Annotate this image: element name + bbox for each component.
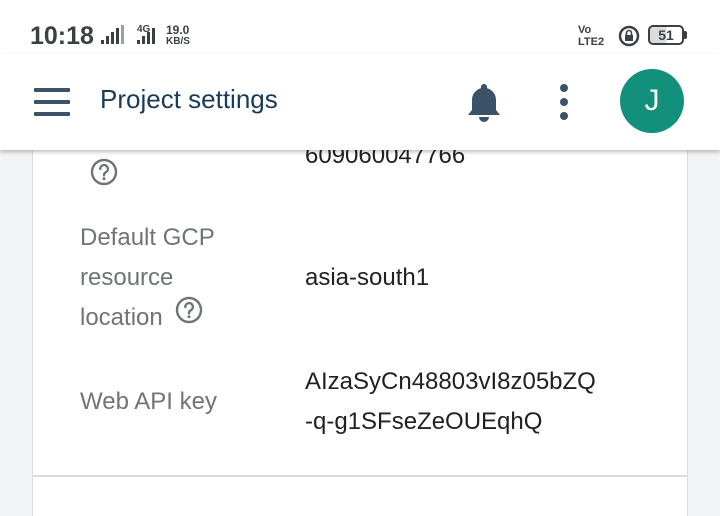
web-api-key-value-line1[interactable]: AIzaSyCn48803vI8z05bZQ: [305, 362, 596, 402]
avatar[interactable]: J: [620, 69, 684, 133]
page-title: Project settings: [100, 84, 278, 114]
status-time: 10:18: [30, 22, 94, 50]
next-settings-card: [32, 476, 688, 516]
network-type: 4G: [137, 24, 151, 35]
volte-top: Vo: [578, 24, 592, 36]
help-circle-icon[interactable]: [90, 158, 118, 191]
app-bar: Project settings J: [0, 54, 720, 150]
help-circle-icon[interactable]: [175, 296, 203, 337]
web-api-key-value-line2[interactable]: -q-g1SFseZeOUEqhQ: [305, 402, 542, 442]
volte-indicator: Vo LTE2: [578, 24, 614, 48]
network-speed-unit: KB/S: [166, 36, 190, 47]
volte-bottom: LTE2: [578, 36, 605, 48]
status-bar: 10:18 4G 19.0 KB/S Vo LTE2 51: [0, 0, 720, 54]
gcp-location-label-line3: location: [80, 296, 203, 339]
signal-strength-icon: [101, 25, 124, 44]
hamburger-menu-icon[interactable]: [30, 84, 72, 120]
more-vert-icon[interactable]: [552, 82, 576, 122]
rotation-lock-icon: [618, 25, 640, 47]
battery-tip: [684, 31, 687, 39]
gcp-location-label-line1: Default GCP: [80, 224, 215, 251]
web-api-key-label: Web API key: [80, 388, 217, 415]
network-speed-value: 19.0: [166, 23, 190, 37]
bell-icon[interactable]: [464, 80, 504, 124]
battery-icon: 51: [648, 25, 684, 45]
gcp-location-label-line2: resource: [80, 264, 174, 291]
gcp-location-label-text: location: [80, 304, 163, 331]
settings-card: 609060047766 Default GCP resource locati…: [32, 142, 688, 476]
gcp-location-value: asia-south1: [305, 264, 430, 291]
network-speed: 19.0 KB/S: [166, 24, 190, 48]
